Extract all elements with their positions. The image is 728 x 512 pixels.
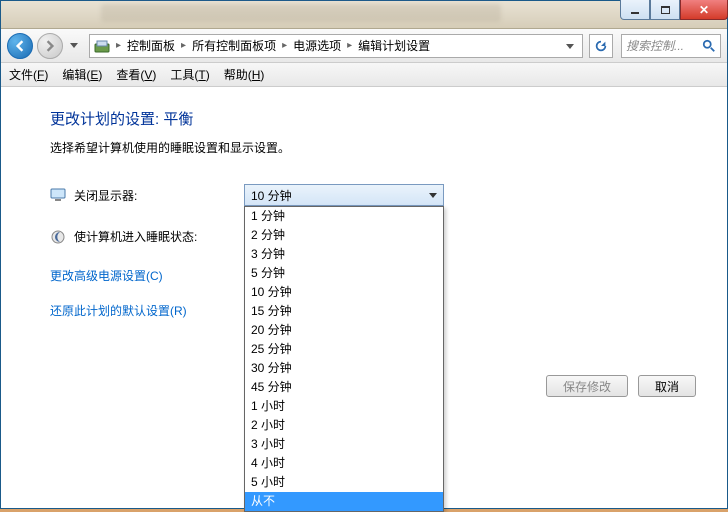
menu-edit[interactable]: 编辑(E) (62, 66, 102, 83)
chevron-down-icon (429, 193, 437, 198)
titlebar[interactable]: ✕ (1, 1, 727, 29)
refresh-button[interactable] (589, 34, 613, 58)
control-panel-icon (94, 38, 110, 54)
monitor-icon (50, 187, 66, 203)
dropdown-option[interactable]: 1 分钟 (245, 207, 443, 226)
breadcrumb[interactable]: ▸ 控制面板 ▸ 所有控制面板项 ▸ 电源选项 ▸ 编辑计划设置 (89, 34, 583, 58)
navbar: ▸ 控制面板 ▸ 所有控制面板项 ▸ 电源选项 ▸ 编辑计划设置 搜索控制... (1, 29, 727, 63)
breadcrumb-sep-icon: ▸ (278, 40, 291, 51)
breadcrumb-part[interactable]: 编辑计划设置 (358, 37, 430, 54)
chevron-down-icon (70, 43, 78, 49)
sleep-label: 使计算机进入睡眠状态: (74, 228, 244, 245)
page-subtitle: 选择希望计算机使用的睡眠设置和显示设置。 (50, 139, 726, 156)
display-off-value: 10 分钟 (251, 187, 292, 204)
display-off-combo[interactable]: 10 分钟 (244, 184, 444, 206)
close-button[interactable]: ✕ (680, 0, 728, 20)
dropdown-option[interactable]: 5 小时 (245, 473, 443, 492)
minimize-button[interactable] (620, 0, 650, 20)
dropdown-option[interactable]: 30 分钟 (245, 359, 443, 378)
dropdown-option[interactable]: 45 分钟 (245, 378, 443, 397)
titlebar-blur (101, 4, 501, 22)
breadcrumb-dropdown[interactable] (562, 39, 578, 53)
menu-file[interactable]: 文件(F) (9, 66, 48, 83)
display-off-dropdown-list[interactable]: 1 分钟2 分钟3 分钟5 分钟10 分钟15 分钟20 分钟25 分钟30 分… (244, 206, 444, 512)
dropdown-option[interactable]: 20 分钟 (245, 321, 443, 340)
content: 更改计划的设置: 平衡 选择希望计算机使用的睡眠设置和显示设置。 关闭显示器: … (2, 88, 726, 507)
breadcrumb-sep-icon: ▸ (112, 40, 125, 51)
dropdown-option[interactable]: 3 小时 (245, 435, 443, 454)
dropdown-option[interactable]: 4 小时 (245, 454, 443, 473)
save-button[interactable]: 保存修改 (546, 375, 628, 397)
link-restore[interactable]: 还原此计划的默认设置(R) (50, 304, 187, 318)
search-icon (702, 39, 716, 53)
chevron-down-icon (566, 44, 574, 50)
menu-tools[interactable]: 工具(T) (170, 66, 209, 83)
breadcrumb-part[interactable]: 所有控制面板项 (192, 37, 276, 54)
moon-icon (50, 229, 66, 245)
dropdown-option[interactable]: 10 分钟 (245, 283, 443, 302)
nav-forward-button[interactable] (37, 33, 63, 59)
footer-buttons: 保存修改 取消 (546, 375, 696, 397)
row-display-off: 关闭显示器: 10 分钟 (50, 184, 726, 206)
maximize-button[interactable] (650, 0, 680, 20)
dropdown-option[interactable]: 25 分钟 (245, 340, 443, 359)
dropdown-option[interactable]: 2 分钟 (245, 226, 443, 245)
breadcrumb-sep-icon: ▸ (343, 40, 356, 51)
nav-history-dropdown[interactable] (67, 43, 81, 49)
breadcrumb-part[interactable]: 电源选项 (293, 37, 341, 54)
dropdown-option[interactable]: 3 分钟 (245, 245, 443, 264)
refresh-icon (594, 39, 608, 53)
search-input[interactable]: 搜索控制... (621, 34, 721, 58)
window-controls: ✕ (620, 0, 728, 20)
menu-view[interactable]: 查看(V) (116, 66, 156, 83)
display-off-label: 关闭显示器: (74, 187, 244, 204)
arrow-left-icon (14, 40, 26, 52)
page-title: 更改计划的设置: 平衡 (50, 108, 726, 129)
breadcrumb-sep-icon: ▸ (177, 40, 190, 51)
window: ✕ ▸ 控制面板 ▸ 所有控制面板项 ▸ 电源选项 ▸ 编辑计划设置 (0, 0, 728, 509)
cancel-button[interactable]: 取消 (638, 375, 696, 397)
dropdown-option[interactable]: 5 分钟 (245, 264, 443, 283)
menu-help[interactable]: 帮助(H) (224, 66, 265, 83)
breadcrumb-part[interactable]: 控制面板 (127, 37, 175, 54)
search-placeholder: 搜索控制... (626, 37, 684, 54)
dropdown-option[interactable]: 2 小时 (245, 416, 443, 435)
dropdown-option[interactable]: 15 分钟 (245, 302, 443, 321)
dropdown-option[interactable]: 1 小时 (245, 397, 443, 416)
dropdown-option[interactable]: 从不 (245, 492, 443, 511)
close-icon: ✕ (699, 3, 709, 17)
link-advanced[interactable]: 更改高级电源设置(C) (50, 269, 163, 283)
menubar: 文件(F) 编辑(E) 查看(V) 工具(T) 帮助(H) (1, 63, 727, 87)
nav-back-button[interactable] (7, 33, 33, 59)
arrow-right-icon (44, 40, 56, 52)
